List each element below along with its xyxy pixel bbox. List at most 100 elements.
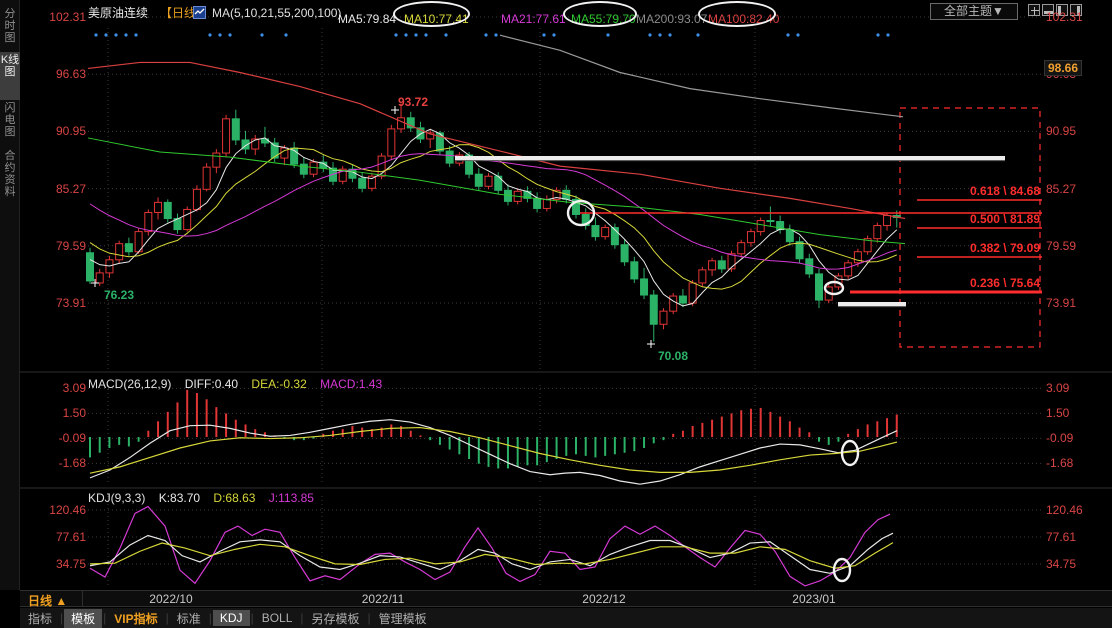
kdj-axis-value: 34.75: [1046, 557, 1076, 571]
macd-axis-value: -0.09: [22, 431, 86, 445]
main-chart[interactable]: [0, 0, 1112, 628]
candle-body: [650, 295, 657, 324]
toolbar-item-另存模板[interactable]: 另存模板: [305, 609, 367, 628]
alert-dot: [94, 33, 97, 36]
high-price-label: 93.72: [398, 95, 428, 109]
candle-body: [738, 243, 745, 254]
toolbar-item-管理模板[interactable]: 管理模板: [372, 609, 434, 628]
alert-dot: [114, 33, 117, 36]
sidebar-item-合约资料[interactable]: 合约资料: [0, 148, 20, 210]
ma55-line: [88, 138, 905, 244]
candle-body: [728, 254, 735, 269]
header-circle-annotation: [393, 1, 470, 27]
alert-dot: [208, 33, 211, 36]
alert-dot: [786, 33, 789, 36]
macd-value: MACD:1.43: [320, 377, 382, 391]
alert-dot: [284, 33, 287, 36]
candle-body: [359, 178, 366, 188]
low-price-label-2: 70.08: [658, 349, 688, 363]
candle-body: [709, 261, 716, 270]
candle-body: [757, 221, 764, 232]
toolbar-item-标准[interactable]: 标准: [170, 609, 208, 628]
main-axis-price: 79.59: [22, 239, 86, 253]
kdj-j-value: J:113.85: [269, 491, 314, 505]
toolbar-item-KDJ[interactable]: KDJ: [213, 610, 250, 626]
kdj-axis-value: 120.46: [1046, 503, 1083, 517]
toolbar-item-模板[interactable]: 模板: [64, 609, 102, 628]
macd-axis-value: 3.09: [1046, 381, 1069, 395]
main-axis-price: 79.59: [1046, 239, 1076, 253]
candle-body: [592, 226, 599, 237]
candle-body: [679, 296, 686, 303]
toolbar-item-指标[interactable]: 指标: [21, 609, 59, 628]
candle-body: [116, 244, 123, 260]
ma10-line: [90, 145, 897, 290]
candle-body: [796, 242, 803, 259]
kdj-axis-value: 120.46: [22, 503, 86, 517]
kdj-j-line: [90, 507, 890, 586]
alert-dot: [124, 33, 127, 36]
macd-axis-value: -1.68: [1046, 456, 1073, 470]
macd-axis-value: 1.50: [1046, 406, 1069, 420]
fib-level-label: 0.618 \ 84.68: [890, 184, 1040, 198]
candle-body: [845, 263, 852, 276]
sidebar-item-K线图[interactable]: K线图: [0, 52, 20, 100]
candle-body: [96, 273, 103, 283]
candle-body: [398, 118, 405, 129]
alert-dot: [494, 33, 497, 36]
candle-body: [213, 153, 220, 167]
alert-dot: [876, 33, 879, 36]
theme-selector-button[interactable]: 全部主题▼: [930, 3, 1018, 20]
macd-params: MACD(26,12,9): [88, 377, 171, 391]
candle-body: [767, 221, 774, 222]
main-axis-price: 102.31: [1046, 10, 1083, 24]
toolbar-separator: |: [368, 611, 371, 625]
alert-dot: [424, 33, 427, 36]
candle-body: [475, 174, 482, 186]
candle-body: [87, 253, 94, 281]
kdj-axis-value: 77.61: [22, 530, 86, 544]
kdj-d-value: D:68.63: [213, 491, 255, 505]
toolbar-item-BOLL[interactable]: BOLL: [255, 610, 300, 626]
candle-body: [631, 262, 638, 279]
kdj-axis-value: 34.75: [22, 557, 86, 571]
candle-body: [670, 296, 677, 311]
main-axis-price: 96.63: [22, 67, 86, 81]
candle-body: [621, 245, 628, 262]
candle-body: [155, 202, 162, 212]
ma-value-ma200: MA200:93.07: [636, 12, 707, 26]
alert-dot: [444, 33, 447, 36]
ma100-line: [88, 62, 905, 218]
candle-body: [786, 230, 793, 242]
alert-dot: [606, 33, 609, 36]
candle-body: [485, 176, 492, 186]
candle-body: [232, 119, 239, 140]
macd-axis-value: 3.09: [22, 381, 86, 395]
kdj-k-value: K:83.70: [159, 491, 200, 505]
alert-dot: [552, 33, 555, 36]
price-marker-badge: 98.66: [1044, 60, 1082, 76]
alert-dot: [104, 33, 107, 36]
candle-body: [223, 119, 230, 153]
macd-axis-value: 1.50: [22, 406, 86, 420]
candle-body: [300, 164, 307, 174]
toolbar-separator: |: [166, 611, 169, 625]
white-trend-line: [838, 302, 906, 306]
ma200-line: [500, 35, 903, 117]
sidebar-item-闪电图[interactable]: 闪电图: [0, 100, 20, 142]
layout-grid-icon[interactable]: [1028, 4, 1040, 16]
toolbar-item-VIP指标[interactable]: VIP指标: [107, 609, 164, 628]
toolbar-separator: |: [60, 611, 63, 625]
header-circle-annotation: [563, 1, 637, 27]
period-switcher[interactable]: 日线 ▲: [28, 592, 67, 609]
fib-level-label: 0.382 \ 79.09: [890, 241, 1040, 255]
bottom-toolbar: 指标|模板|VIP指标|标准|KDJ|BOLL|另存模板|管理模板: [20, 608, 1112, 628]
main-axis-price: 85.27: [22, 182, 86, 196]
candle-body: [125, 244, 132, 252]
candle-body: [193, 189, 200, 209]
candle-body: [602, 228, 609, 237]
main-axis-price: 85.27: [1046, 182, 1076, 196]
candle-body: [534, 198, 541, 208]
header-circle-annotation: [698, 1, 776, 27]
alert-dot: [484, 33, 487, 36]
